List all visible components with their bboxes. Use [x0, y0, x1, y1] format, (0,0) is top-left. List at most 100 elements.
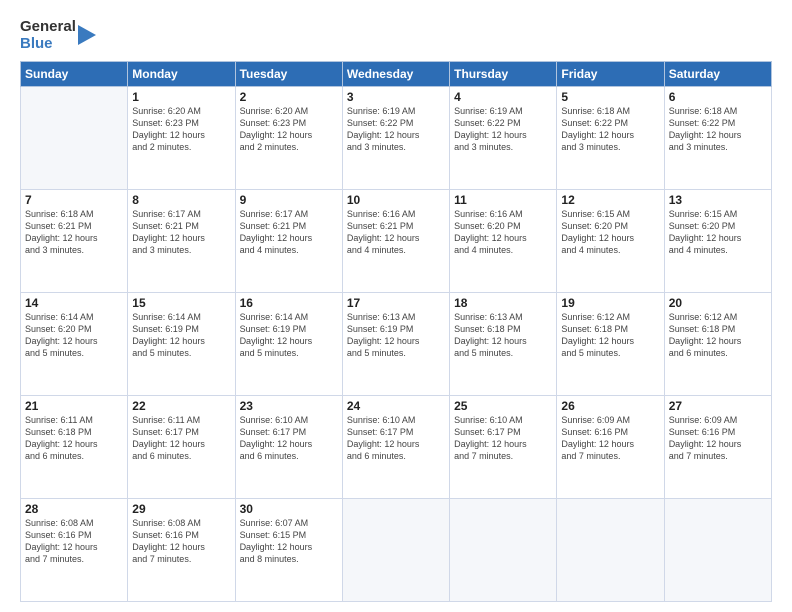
- calendar-cell: 10Sunrise: 6:16 AMSunset: 6:21 PMDayligh…: [342, 189, 449, 292]
- weekday-header-thursday: Thursday: [450, 61, 557, 86]
- day-info: Sunrise: 6:13 AMSunset: 6:18 PMDaylight:…: [454, 311, 552, 360]
- day-info: Sunrise: 6:08 AMSunset: 6:16 PMDaylight:…: [25, 517, 123, 566]
- calendar-cell: 14Sunrise: 6:14 AMSunset: 6:20 PMDayligh…: [21, 292, 128, 395]
- day-number: 1: [132, 90, 230, 104]
- calendar-cell: 7Sunrise: 6:18 AMSunset: 6:21 PMDaylight…: [21, 189, 128, 292]
- day-info: Sunrise: 6:16 AMSunset: 6:20 PMDaylight:…: [454, 208, 552, 257]
- calendar-week-1: 1Sunrise: 6:20 AMSunset: 6:23 PMDaylight…: [21, 86, 772, 189]
- day-number: 19: [561, 296, 659, 310]
- day-number: 6: [669, 90, 767, 104]
- weekday-header-row: SundayMondayTuesdayWednesdayThursdayFrid…: [21, 61, 772, 86]
- day-info: Sunrise: 6:20 AMSunset: 6:23 PMDaylight:…: [240, 105, 338, 154]
- day-number: 15: [132, 296, 230, 310]
- day-number: 30: [240, 502, 338, 516]
- day-info: Sunrise: 6:18 AMSunset: 6:21 PMDaylight:…: [25, 208, 123, 257]
- day-info: Sunrise: 6:17 AMSunset: 6:21 PMDaylight:…: [132, 208, 230, 257]
- day-number: 3: [347, 90, 445, 104]
- day-number: 4: [454, 90, 552, 104]
- day-info: Sunrise: 6:14 AMSunset: 6:20 PMDaylight:…: [25, 311, 123, 360]
- calendar-cell: 29Sunrise: 6:08 AMSunset: 6:16 PMDayligh…: [128, 498, 235, 601]
- calendar-cell: 23Sunrise: 6:10 AMSunset: 6:17 PMDayligh…: [235, 395, 342, 498]
- calendar-week-5: 28Sunrise: 6:08 AMSunset: 6:16 PMDayligh…: [21, 498, 772, 601]
- day-info: Sunrise: 6:11 AMSunset: 6:18 PMDaylight:…: [25, 414, 123, 463]
- day-number: 18: [454, 296, 552, 310]
- day-number: 23: [240, 399, 338, 413]
- day-number: 26: [561, 399, 659, 413]
- day-number: 5: [561, 90, 659, 104]
- weekday-header-sunday: Sunday: [21, 61, 128, 86]
- day-number: 16: [240, 296, 338, 310]
- calendar-cell: 25Sunrise: 6:10 AMSunset: 6:17 PMDayligh…: [450, 395, 557, 498]
- logo-container: General Blue: [20, 18, 96, 53]
- day-info: Sunrise: 6:14 AMSunset: 6:19 PMDaylight:…: [240, 311, 338, 360]
- day-info: Sunrise: 6:09 AMSunset: 6:16 PMDaylight:…: [561, 414, 659, 463]
- calendar-cell: 24Sunrise: 6:10 AMSunset: 6:17 PMDayligh…: [342, 395, 449, 498]
- calendar-cell: 4Sunrise: 6:19 AMSunset: 6:22 PMDaylight…: [450, 86, 557, 189]
- calendar-week-2: 7Sunrise: 6:18 AMSunset: 6:21 PMDaylight…: [21, 189, 772, 292]
- day-number: 10: [347, 193, 445, 207]
- day-info: Sunrise: 6:20 AMSunset: 6:23 PMDaylight:…: [132, 105, 230, 154]
- day-number: 22: [132, 399, 230, 413]
- calendar-cell: 22Sunrise: 6:11 AMSunset: 6:17 PMDayligh…: [128, 395, 235, 498]
- day-number: 17: [347, 296, 445, 310]
- calendar-cell: 16Sunrise: 6:14 AMSunset: 6:19 PMDayligh…: [235, 292, 342, 395]
- day-info: Sunrise: 6:10 AMSunset: 6:17 PMDaylight:…: [454, 414, 552, 463]
- calendar-cell: 6Sunrise: 6:18 AMSunset: 6:22 PMDaylight…: [664, 86, 771, 189]
- calendar-week-4: 21Sunrise: 6:11 AMSunset: 6:18 PMDayligh…: [21, 395, 772, 498]
- day-number: 25: [454, 399, 552, 413]
- day-info: Sunrise: 6:18 AMSunset: 6:22 PMDaylight:…: [561, 105, 659, 154]
- calendar-cell: 11Sunrise: 6:16 AMSunset: 6:20 PMDayligh…: [450, 189, 557, 292]
- day-info: Sunrise: 6:18 AMSunset: 6:22 PMDaylight:…: [669, 105, 767, 154]
- day-info: Sunrise: 6:12 AMSunset: 6:18 PMDaylight:…: [561, 311, 659, 360]
- day-number: 12: [561, 193, 659, 207]
- calendar-cell: 13Sunrise: 6:15 AMSunset: 6:20 PMDayligh…: [664, 189, 771, 292]
- day-number: 14: [25, 296, 123, 310]
- day-info: Sunrise: 6:19 AMSunset: 6:22 PMDaylight:…: [454, 105, 552, 154]
- day-info: Sunrise: 6:16 AMSunset: 6:21 PMDaylight:…: [347, 208, 445, 257]
- day-info: Sunrise: 6:14 AMSunset: 6:19 PMDaylight:…: [132, 311, 230, 360]
- calendar-cell: 5Sunrise: 6:18 AMSunset: 6:22 PMDaylight…: [557, 86, 664, 189]
- day-info: Sunrise: 6:19 AMSunset: 6:22 PMDaylight:…: [347, 105, 445, 154]
- calendar-cell: 26Sunrise: 6:09 AMSunset: 6:16 PMDayligh…: [557, 395, 664, 498]
- day-info: Sunrise: 6:17 AMSunset: 6:21 PMDaylight:…: [240, 208, 338, 257]
- calendar-cell: [450, 498, 557, 601]
- day-number: 2: [240, 90, 338, 104]
- day-number: 20: [669, 296, 767, 310]
- calendar-cell: 15Sunrise: 6:14 AMSunset: 6:19 PMDayligh…: [128, 292, 235, 395]
- calendar-cell: 30Sunrise: 6:07 AMSunset: 6:15 PMDayligh…: [235, 498, 342, 601]
- calendar-cell: 27Sunrise: 6:09 AMSunset: 6:16 PMDayligh…: [664, 395, 771, 498]
- day-info: Sunrise: 6:10 AMSunset: 6:17 PMDaylight:…: [240, 414, 338, 463]
- weekday-header-tuesday: Tuesday: [235, 61, 342, 86]
- calendar-cell: 3Sunrise: 6:19 AMSunset: 6:22 PMDaylight…: [342, 86, 449, 189]
- logo-general-text: General: [20, 18, 76, 35]
- day-info: Sunrise: 6:07 AMSunset: 6:15 PMDaylight:…: [240, 517, 338, 566]
- day-number: 9: [240, 193, 338, 207]
- calendar-cell: 2Sunrise: 6:20 AMSunset: 6:23 PMDaylight…: [235, 86, 342, 189]
- day-number: 7: [25, 193, 123, 207]
- calendar-table: SundayMondayTuesdayWednesdayThursdayFrid…: [20, 61, 772, 603]
- weekday-header-saturday: Saturday: [664, 61, 771, 86]
- calendar-cell: 19Sunrise: 6:12 AMSunset: 6:18 PMDayligh…: [557, 292, 664, 395]
- day-info: Sunrise: 6:15 AMSunset: 6:20 PMDaylight:…: [561, 208, 659, 257]
- logo-blue-text: Blue: [20, 35, 76, 52]
- calendar-cell: 9Sunrise: 6:17 AMSunset: 6:21 PMDaylight…: [235, 189, 342, 292]
- weekday-header-wednesday: Wednesday: [342, 61, 449, 86]
- calendar-cell: 28Sunrise: 6:08 AMSunset: 6:16 PMDayligh…: [21, 498, 128, 601]
- header: General Blue: [20, 18, 772, 53]
- day-number: 24: [347, 399, 445, 413]
- logo-arrow-icon: [78, 21, 96, 49]
- day-info: Sunrise: 6:12 AMSunset: 6:18 PMDaylight:…: [669, 311, 767, 360]
- calendar-cell: 18Sunrise: 6:13 AMSunset: 6:18 PMDayligh…: [450, 292, 557, 395]
- weekday-header-monday: Monday: [128, 61, 235, 86]
- day-number: 27: [669, 399, 767, 413]
- day-info: Sunrise: 6:08 AMSunset: 6:16 PMDaylight:…: [132, 517, 230, 566]
- weekday-header-friday: Friday: [557, 61, 664, 86]
- calendar-cell: [21, 86, 128, 189]
- calendar-cell: 21Sunrise: 6:11 AMSunset: 6:18 PMDayligh…: [21, 395, 128, 498]
- calendar-cell: [557, 498, 664, 601]
- page: General Blue SundayMondayTuesdayWednesda…: [0, 0, 792, 612]
- logo-text-block: General Blue: [20, 18, 76, 53]
- day-info: Sunrise: 6:11 AMSunset: 6:17 PMDaylight:…: [132, 414, 230, 463]
- logo: General Blue: [20, 18, 96, 53]
- day-number: 8: [132, 193, 230, 207]
